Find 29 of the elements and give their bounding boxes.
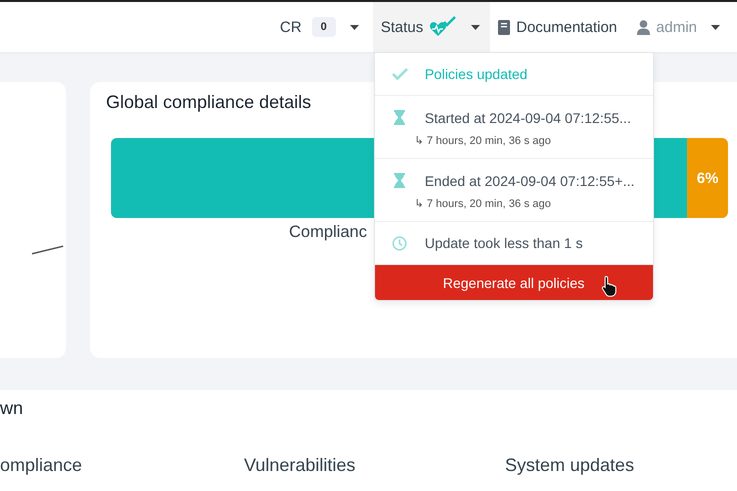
regenerate-policies-button[interactable]: Regenerate all policies [374, 265, 653, 300]
caret-icon [711, 24, 720, 30]
non-compliant-percent: 6% [696, 170, 718, 186]
cr-count-badge: 0 [312, 17, 336, 37]
column-heading: Vulnerabilities [244, 455, 356, 476]
section-title: wn [0, 398, 24, 419]
status-detail: Ended at 2024-09-04 07:12:55+... [424, 172, 634, 188]
status-detail: Started at 2024-09-04 07:12:55... [424, 110, 631, 126]
hourglass-icon [394, 173, 406, 188]
status-message: Policies updated [424, 66, 528, 82]
heartbeat-check-icon [429, 15, 458, 39]
chart-caption: Complianc [289, 223, 367, 242]
elapsed-time: ↳ 7 hours, 20 min, 36 s ago [414, 196, 552, 210]
gauge-needle-drawing [32, 245, 66, 255]
card-title: Global compliance details [106, 92, 312, 113]
clock-icon [392, 236, 408, 250]
hand-cursor-icon [600, 275, 619, 297]
book-icon [498, 20, 510, 34]
check-icon [392, 68, 408, 80]
user-icon [637, 20, 650, 34]
caret-icon [471, 24, 480, 30]
cr-label: CR [280, 18, 302, 36]
column-heading: ompliance [0, 455, 84, 476]
elapsed-time: ↳ 7 hours, 20 min, 36 s ago [414, 134, 552, 146]
status-detail: Update took less than 1 s [424, 235, 583, 251]
hourglass-icon [394, 110, 406, 125]
caret-icon [350, 24, 359, 30]
column-heading: System updates [505, 455, 636, 476]
documentation-link[interactable]: Documentation [490, 2, 626, 52]
